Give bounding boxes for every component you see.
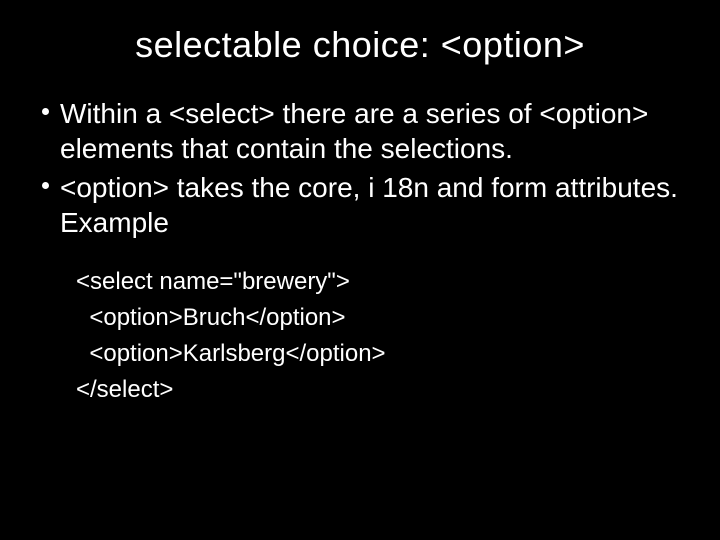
bullet-dot-icon: [30, 170, 60, 189]
code-example: <select name="brewery"> <option>Bruch</o…: [30, 264, 680, 408]
bullet-item: Within a <select> there are a series of …: [30, 96, 680, 166]
code-line: <select name="brewery">: [76, 264, 680, 300]
bullet-dot-icon: [30, 96, 60, 115]
code-line: <option>Karlsberg</option>: [76, 336, 680, 372]
code-line: <option>Bruch</option>: [76, 300, 680, 336]
slide: selectable choice: <option> Within a <se…: [0, 0, 720, 540]
code-line: </select>: [76, 372, 680, 408]
bullet-text: <option> takes the core, i 18n and form …: [60, 170, 680, 240]
slide-body: Within a <select> there are a series of …: [0, 96, 720, 408]
slide-title: selectable choice: <option>: [0, 0, 720, 96]
bullet-text: Within a <select> there are a series of …: [60, 96, 680, 166]
bullet-item: <option> takes the core, i 18n and form …: [30, 170, 680, 240]
